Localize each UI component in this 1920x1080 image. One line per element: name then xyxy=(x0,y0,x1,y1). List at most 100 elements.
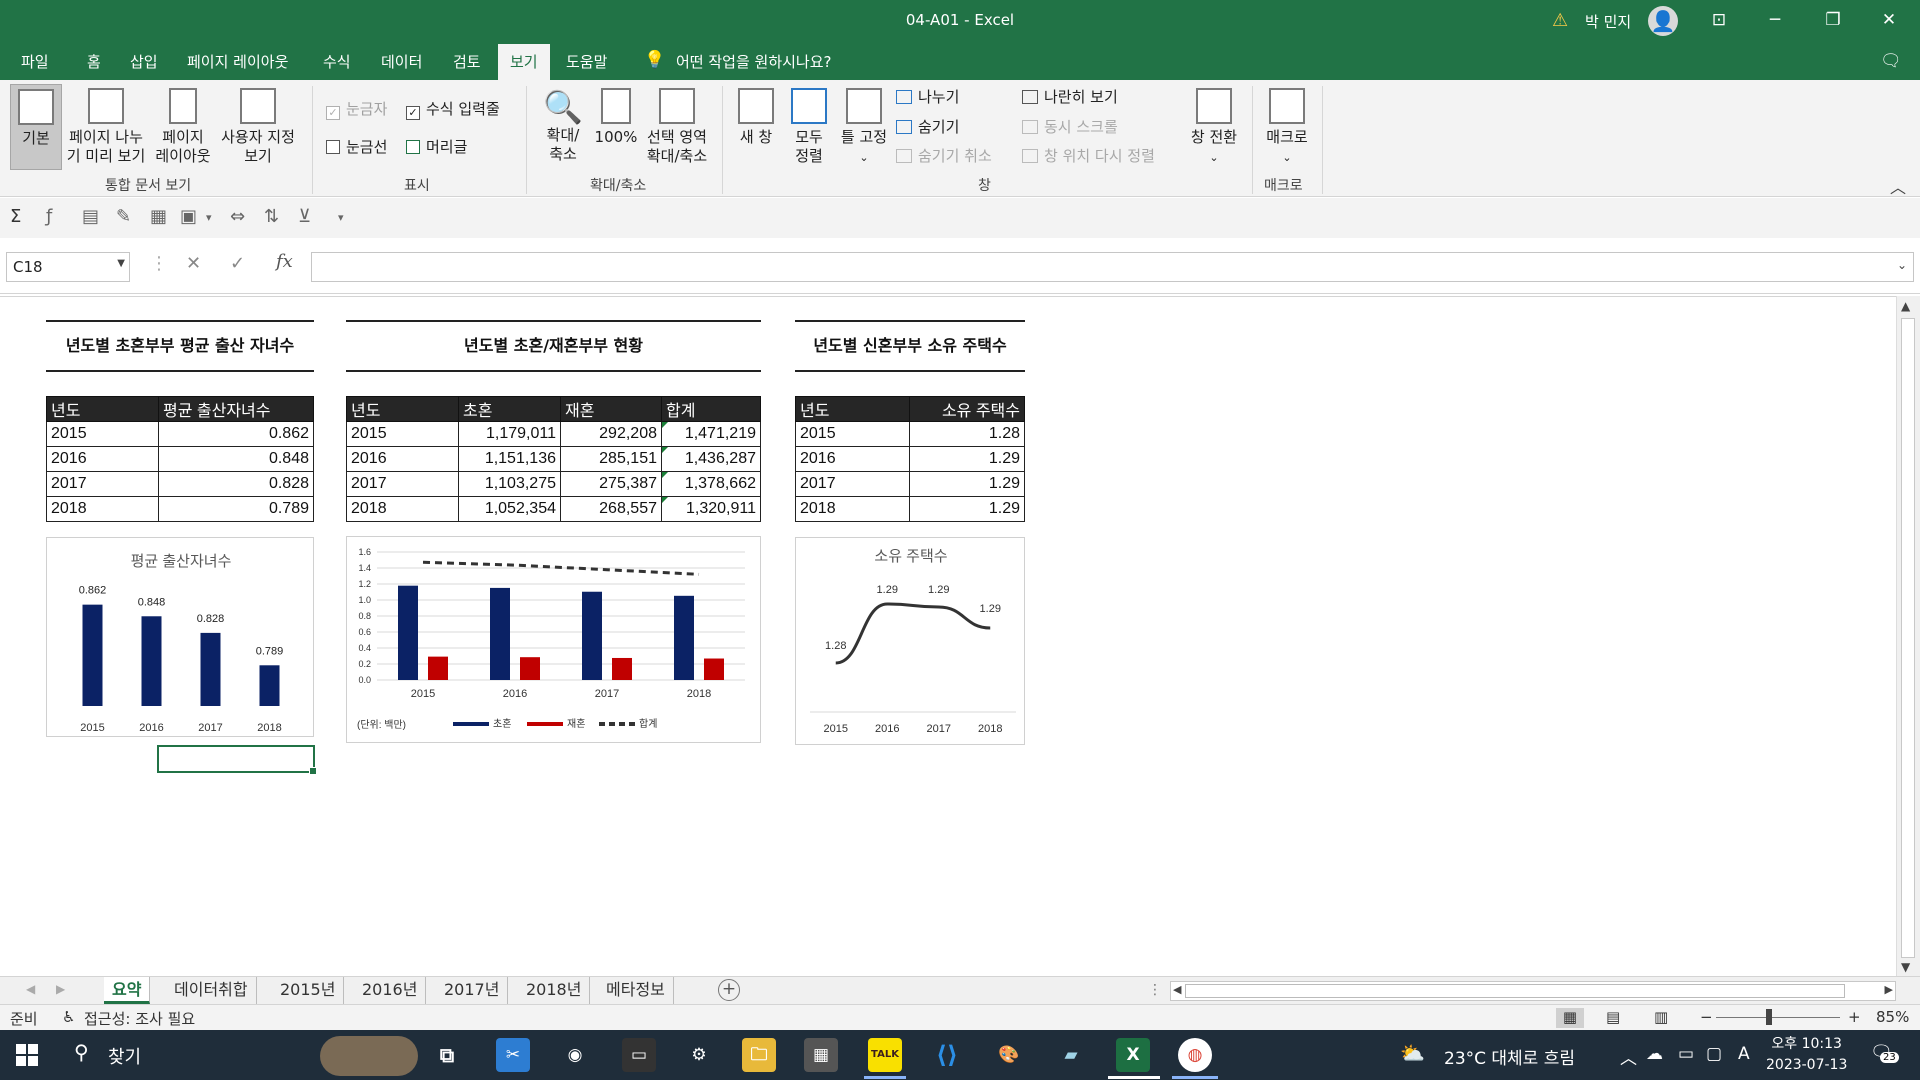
sheet-tab-2017[interactable]: 2017년 xyxy=(436,977,509,1004)
zoom-in-icon[interactable]: + xyxy=(1848,1008,1861,1026)
insert-function-button[interactable]: fx xyxy=(276,251,293,272)
hide-button[interactable]: 숨기기 xyxy=(896,116,959,137)
paste-values-icon[interactable]: ▤ xyxy=(82,206,99,227)
table-cell[interactable]: 1,151,136 xyxy=(458,446,561,472)
terminal-icon[interactable]: ▭ xyxy=(622,1038,656,1072)
enter-icon[interactable]: ✓ xyxy=(230,253,245,274)
normal-view-button[interactable]: 기본 xyxy=(10,84,62,170)
table-header-cell[interactable]: 평균 출산자녀수 xyxy=(158,396,314,422)
filter-icon[interactable]: ⊻ xyxy=(298,206,311,227)
weather-text[interactable]: 23°C 대체로 흐림 xyxy=(1444,1044,1575,1069)
table-cell[interactable]: 275,387 xyxy=(560,471,662,497)
user-name[interactable]: 박 민지 xyxy=(1585,11,1631,32)
table-cell[interactable]: 2018 xyxy=(795,496,910,522)
tab-insert[interactable]: 삽입 xyxy=(130,51,158,72)
table-cell[interactable]: 2017 xyxy=(795,471,910,497)
table-header-cell[interactable]: 년도 xyxy=(346,396,459,422)
tab-page-layout[interactable]: 페이지 레이아웃 xyxy=(187,51,288,72)
view-side-by-side-button[interactable]: 나란히 보기 xyxy=(1022,86,1118,107)
housing-chart[interactable]: 소유 주택수 1.28 2015 1.29 2016 1.29 2017 1.29 2018 xyxy=(795,537,1025,745)
ribbon-display-options-button[interactable]: ⊡ xyxy=(1696,0,1742,42)
reset-window-position-button[interactable]: 창 위치 다시 정렬 xyxy=(1022,145,1155,166)
restore-button[interactable]: ❐ xyxy=(1810,0,1856,42)
table-cell[interactable]: 2015 xyxy=(346,421,459,447)
zoom-100-button[interactable]: 100% xyxy=(592,88,640,147)
macros-button[interactable]: 매크로 ⌄ xyxy=(1260,88,1314,167)
calculator-icon[interactable]: ▦ xyxy=(804,1038,838,1072)
table-cell[interactable]: 1,179,011 xyxy=(458,421,561,447)
minimize-button[interactable]: ─ xyxy=(1752,0,1798,42)
paint-icon[interactable]: 🎨 xyxy=(992,1038,1026,1072)
scrollbar-thumb[interactable] xyxy=(1901,318,1915,958)
next-sheet-icon[interactable]: ▶ xyxy=(56,982,65,996)
tab-formulas[interactable]: 수식 xyxy=(323,51,351,72)
arrange-all-button[interactable]: 모두 정렬 xyxy=(786,88,832,166)
table-cell[interactable]: 285,151 xyxy=(560,446,662,472)
table-cell[interactable]: 2016 xyxy=(346,446,459,472)
zoom-to-selection-button[interactable]: 선택 영역 확대/축소 xyxy=(640,88,714,166)
input-method-icon[interactable]: A xyxy=(1738,1044,1750,1064)
table-cell[interactable]: 2015 xyxy=(46,421,159,447)
browser-icon[interactable]: ◉ xyxy=(558,1038,592,1072)
sheet-tab-data[interactable]: 데이터취합 xyxy=(166,977,257,1004)
selected-cell[interactable] xyxy=(157,745,317,775)
custom-views-button[interactable]: 사용자 지정 보기 xyxy=(216,88,300,166)
merge-cells-icon[interactable]: ▦ xyxy=(150,206,167,227)
table-header-cell[interactable]: 합계 xyxy=(661,396,761,422)
file-explorer-icon[interactable]: 🗀 xyxy=(742,1038,776,1072)
vscode-icon[interactable]: ⟨⟩ xyxy=(930,1038,964,1072)
page-layout-status-icon[interactable]: ▤ xyxy=(1606,1008,1620,1026)
unhide-button[interactable]: 숨기기 취소 xyxy=(896,145,992,166)
sheet-tab-2015[interactable]: 2015년 xyxy=(272,977,345,1004)
synchronous-scrolling-button[interactable]: 동시 스크롤 xyxy=(1022,116,1118,137)
table-cell[interactable]: 0.848 xyxy=(158,446,314,472)
table-cell[interactable]: 0.828 xyxy=(158,471,314,497)
scroll-down-icon[interactable]: ▼ xyxy=(1901,960,1910,974)
notes-icon[interactable]: ▰ xyxy=(1054,1038,1088,1072)
sort-icon[interactable]: ⇅ xyxy=(264,206,279,227)
table-cell[interactable]: 1.29 xyxy=(909,496,1025,522)
table-cell[interactable]: 1,320,911 xyxy=(661,496,761,522)
zoom-out-icon[interactable]: − xyxy=(1700,1008,1713,1026)
tray-chevron-icon[interactable]: ︿ xyxy=(1620,1044,1637,1069)
tab-data[interactable]: 데이터 xyxy=(381,51,422,72)
page-break-status-icon[interactable]: ▥ xyxy=(1654,1008,1668,1026)
formula-input[interactable]: ⌄ xyxy=(311,252,1914,282)
switch-windows-button[interactable]: 창 전환 ⌄ xyxy=(1184,88,1244,167)
page-break-preview-button[interactable]: 페이지 나누 기 미리 보기 xyxy=(66,88,146,166)
births-chart[interactable]: 평균 출산자녀수 0.862 2015 0.848 2016 0.828 2017 0.789… xyxy=(46,537,314,737)
taskbar-clock[interactable]: 오후 10:13 2023-07-13 xyxy=(1766,1034,1847,1076)
normal-view-status-icon[interactable]: ▦ xyxy=(1556,1008,1584,1028)
table-cell[interactable]: 2018 xyxy=(46,496,159,522)
zoom-slider[interactable] xyxy=(1716,1017,1840,1018)
sheet-tab-2016[interactable]: 2016년 xyxy=(354,977,427,1004)
zoom-button[interactable]: 🔍 확대/ 축소 xyxy=(540,88,586,164)
formula-bar-checkbox[interactable]: ✓ 수식 입력줄 xyxy=(406,98,500,120)
sheet-tab-2018[interactable]: 2018년 xyxy=(518,977,591,1004)
table-cell[interactable]: 0.789 xyxy=(158,496,314,522)
horizontal-scrollbar[interactable]: ◀ ▶ xyxy=(1170,981,1896,1001)
table-cell[interactable]: 1.29 xyxy=(909,446,1025,472)
onedrive-icon[interactable]: ☁ xyxy=(1646,1044,1663,1064)
zoom-level[interactable]: 85% xyxy=(1876,1008,1909,1026)
vertical-scrollbar[interactable]: ▲ ▼ xyxy=(1896,296,1920,976)
scroll-up-icon[interactable]: ▲ xyxy=(1901,299,1910,313)
notification-center-icon[interactable]: 🗨 23 xyxy=(1870,1042,1899,1066)
zoom-slider-thumb[interactable] xyxy=(1766,1009,1772,1025)
split-button[interactable]: 나누기 xyxy=(896,86,959,107)
table-cell[interactable]: 1.29 xyxy=(909,471,1025,497)
table-header-cell[interactable]: 초혼 xyxy=(458,396,561,422)
table-cell[interactable]: 2017 xyxy=(346,471,459,497)
table-cell[interactable]: 1.28 xyxy=(909,421,1025,447)
table-cell[interactable]: 1,471,219 xyxy=(661,421,761,447)
accessibility-status[interactable]: 접근성: 조사 필요 xyxy=(84,1008,195,1029)
avatar[interactable]: 👤 xyxy=(1648,6,1678,36)
search-icon[interactable]: ⚲ xyxy=(74,1040,89,1064)
borders-icon[interactable]: ▣ xyxy=(180,206,197,227)
scroll-left-icon[interactable]: ◀ xyxy=(1173,983,1181,996)
name-box[interactable]: C18 ▼ xyxy=(6,252,130,282)
table-header-cell[interactable]: 소유 주택수 xyxy=(909,396,1025,422)
table-cell[interactable]: 1,052,354 xyxy=(458,496,561,522)
table-cell[interactable]: 1,436,287 xyxy=(661,446,761,472)
table-cell[interactable]: 1,378,662 xyxy=(661,471,761,497)
